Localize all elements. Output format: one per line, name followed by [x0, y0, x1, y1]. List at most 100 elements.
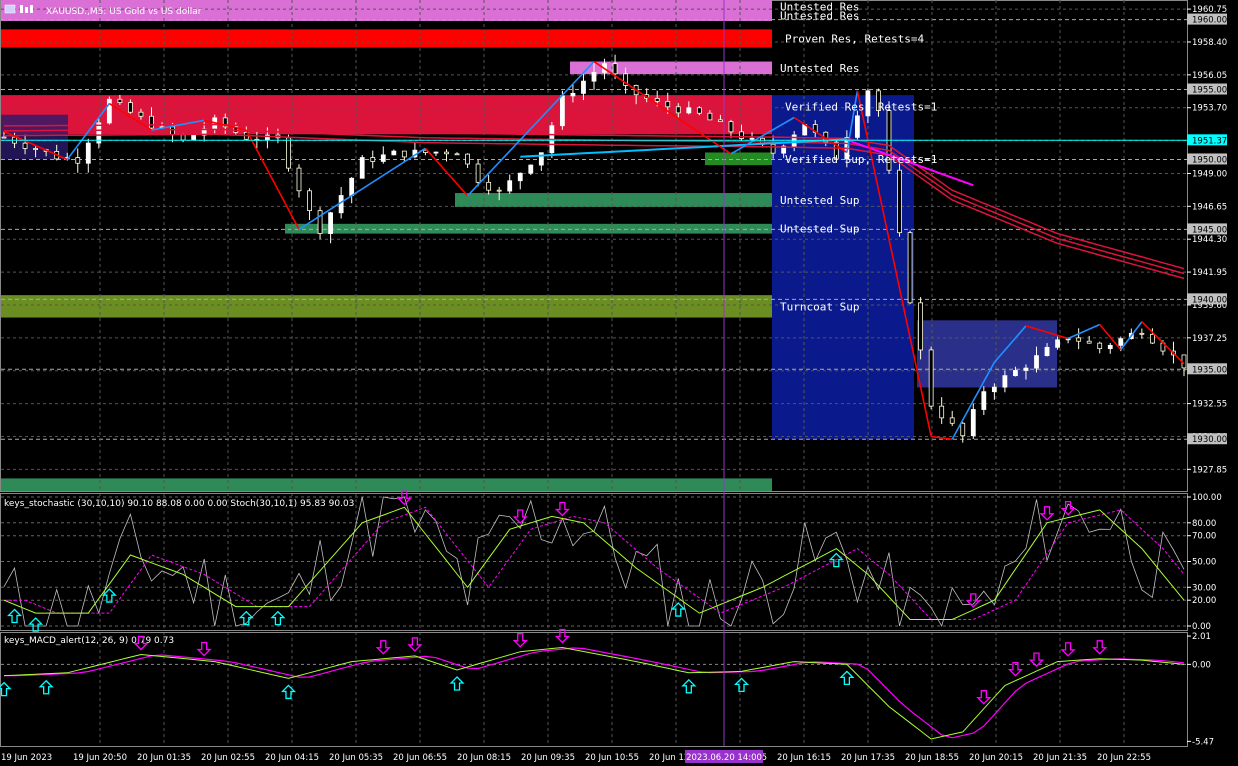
candle-body[interactable] — [517, 172, 523, 182]
stochastic-panel[interactable]: 100.00 80.00 70.00 50.00 30.00 20.00 0.00 keys_… — [0, 490, 1222, 632]
candle-body[interactable] — [528, 164, 534, 174]
candle-body[interactable] — [970, 409, 976, 437]
candle-body[interactable] — [1023, 367, 1029, 371]
candle-body[interactable] — [359, 157, 365, 179]
candle-body[interactable] — [170, 126, 175, 136]
candle-body[interactable] — [559, 95, 565, 127]
price-label-text: 1935.00 — [1192, 365, 1227, 375]
candle-body[interactable] — [149, 115, 154, 129]
candle-body[interactable] — [486, 181, 492, 191]
buy-arrow-icon — [6, 608, 23, 624]
candle-body[interactable] — [507, 180, 513, 192]
cursor-time-label: 2023.06.20 14:00 — [686, 753, 762, 763]
candle-body[interactable] — [654, 97, 660, 102]
candle-body[interactable] — [897, 169, 902, 234]
time-tick-label: 20 Jun 10:55 — [585, 753, 639, 763]
candle-body[interactable] — [85, 142, 91, 164]
candle-body[interactable] — [612, 63, 618, 75]
candle-body[interactable] — [718, 119, 723, 123]
candle-body[interactable] — [1055, 339, 1060, 348]
candle-body[interactable] — [1013, 370, 1018, 377]
candle-body[interactable] — [191, 134, 197, 141]
sell-arrow-icon — [407, 637, 423, 652]
candle-body[interactable] — [1002, 375, 1008, 388]
chart-canvas[interactable]: Untested Res Untested Res Proven Res, Rete… — [0, 0, 1238, 766]
candle-body[interactable] — [444, 151, 449, 155]
time-tick-label: 20 Jun 09:35 — [521, 753, 575, 763]
candle-body[interactable] — [75, 157, 81, 164]
candle-body[interactable] — [349, 177, 355, 196]
candle-body[interactable] — [581, 80, 586, 94]
sell-arrow-icon — [1060, 642, 1076, 657]
candle-body[interactable] — [1034, 355, 1039, 369]
stochastic-title: keys_stochastic (30,10,10) 90.10 88.08 0… — [4, 499, 354, 509]
candle-body[interactable] — [1149, 333, 1155, 344]
candle-body[interactable] — [138, 111, 144, 117]
candle-body[interactable] — [665, 101, 671, 108]
candle-body[interactable] — [433, 151, 439, 154]
price-panel[interactable]: Untested Res Untested Res Proven Res, Rete… — [0, 0, 1228, 746]
candle-body[interactable] — [918, 302, 924, 351]
candle-body[interactable] — [1044, 346, 1050, 357]
candle-body[interactable] — [454, 153, 460, 156]
price-label-text: 1955.00 — [1192, 86, 1227, 96]
macd-panel-frame — [0, 632, 1188, 747]
macd-panel[interactable]: 2.01 0.00 -5.47 keys_MACD_alert(12, 26, 9) … — [0, 628, 1214, 747]
candle-body[interactable] — [117, 98, 123, 103]
candle-body[interactable] — [22, 142, 28, 149]
stoch-tick-label: 70.00 — [1192, 532, 1216, 542]
candle-body[interactable] — [770, 143, 776, 154]
candle-body[interactable] — [401, 150, 407, 158]
candle-body[interactable] — [939, 405, 945, 419]
candle-body[interactable] — [854, 115, 860, 138]
candle-body[interactable] — [686, 107, 692, 114]
candle-body[interactable] — [981, 391, 987, 410]
candle-body[interactable] — [949, 417, 955, 424]
candle-body[interactable] — [496, 189, 502, 192]
time-tick-label: 20 Jun 18:55 — [905, 753, 959, 763]
candle-body[interactable] — [749, 137, 755, 140]
candle-body[interactable] — [33, 148, 39, 150]
candle-body[interactable] — [960, 422, 966, 437]
candle-body[interactable] — [1097, 342, 1103, 350]
candle-body[interactable] — [1139, 332, 1145, 335]
candle-body[interactable] — [370, 157, 376, 162]
price-tick-label: 1946.65 — [1192, 202, 1227, 212]
candle-body[interactable] — [1, 136, 7, 139]
zone-label: Proven Res, Retests=4 — [785, 32, 924, 45]
candle-body[interactable] — [465, 153, 470, 165]
candle-body[interactable] — [296, 167, 302, 192]
zone-label: Untested Res — [780, 9, 859, 22]
zone-box — [285, 223, 772, 234]
candle-body[interactable] — [1107, 344, 1113, 350]
candle-body[interactable] — [180, 134, 186, 141]
time-tick-label: 20 Jun 20:15 — [969, 753, 1023, 763]
candle-body[interactable] — [380, 154, 386, 162]
candle-body[interactable] — [391, 150, 397, 156]
sell-arrow-icon — [512, 509, 528, 524]
candle-body[interactable] — [696, 107, 702, 114]
candle-body[interactable] — [475, 163, 481, 183]
candle-body[interactable] — [106, 98, 112, 124]
time-tick-label: 20 Jun 08:15 — [457, 753, 511, 763]
candle-body[interactable] — [286, 137, 291, 169]
candle-body[interactable] — [1118, 338, 1124, 346]
candle-body[interactable] — [707, 112, 713, 121]
candle-body[interactable] — [728, 121, 734, 133]
candle-body[interactable] — [675, 106, 681, 114]
candle-body[interactable] — [570, 93, 576, 97]
candle-body[interactable] — [1076, 337, 1082, 342]
candle-body[interactable] — [991, 386, 997, 393]
candle-body[interactable] — [307, 190, 312, 212]
candle-body[interactable] — [928, 349, 934, 407]
price-label-text: 1945.00 — [1192, 225, 1227, 235]
candle-body[interactable] — [328, 212, 334, 234]
zone-box — [705, 152, 772, 166]
time-tick-label: 19 Jun 20:50 — [73, 753, 127, 763]
candle-body[interactable] — [907, 232, 913, 304]
candle-body[interactable] — [591, 71, 597, 82]
price-tick-label: 1958.40 — [1192, 38, 1227, 48]
candle-body[interactable] — [1086, 340, 1092, 344]
zigzag-segment — [1141, 321, 1185, 365]
candle-body[interactable] — [128, 102, 133, 113]
